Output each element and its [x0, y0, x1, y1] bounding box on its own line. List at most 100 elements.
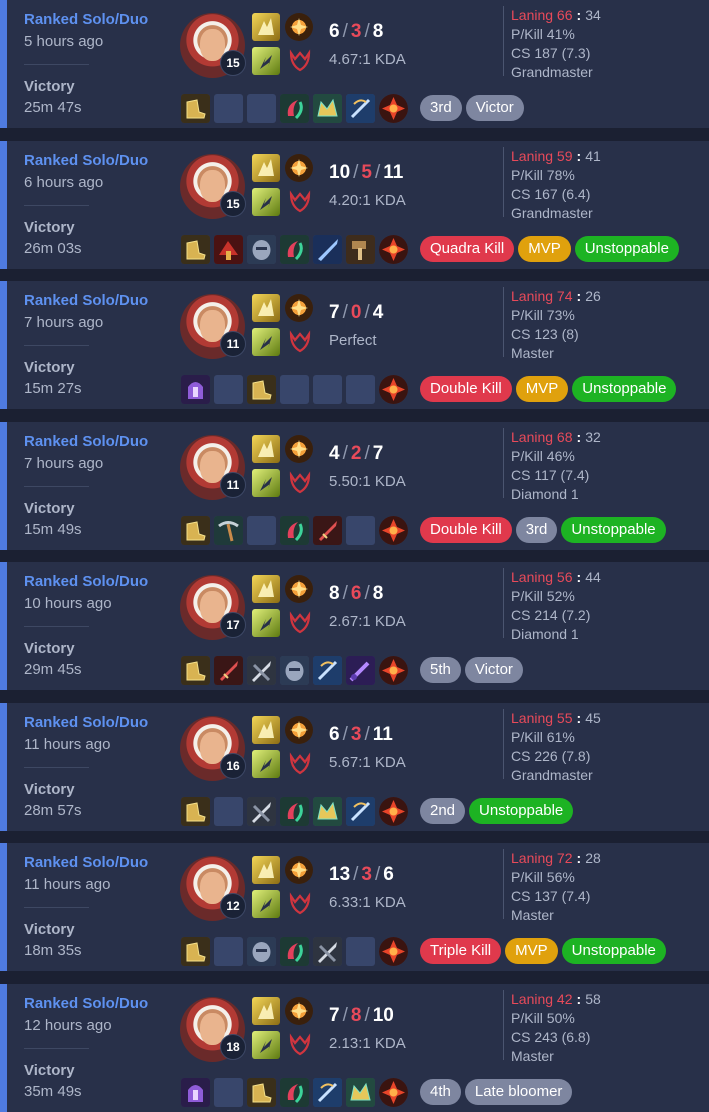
purple-blade-icon[interactable] — [346, 656, 375, 685]
grey-blade-icon[interactable] — [247, 656, 276, 685]
ignite-spell-icon[interactable] — [252, 435, 280, 463]
boots-icon[interactable] — [181, 516, 210, 545]
role-icon[interactable] — [379, 516, 408, 545]
keystone-rune-icon[interactable] — [285, 435, 313, 463]
ignite-spell-icon[interactable] — [252, 716, 280, 744]
flash-spell-icon[interactable] — [252, 609, 280, 637]
match-card[interactable]: Ranked Solo/Duo 5 hours ago Victory 25m … — [0, 0, 709, 128]
ignite-spell-icon[interactable] — [252, 856, 280, 884]
boots-icon[interactable] — [181, 235, 210, 264]
match-card[interactable]: Ranked Solo/Duo 11 hours ago Victory 18m… — [0, 843, 709, 971]
boots-icon[interactable] — [181, 937, 210, 966]
match-card[interactable]: Ranked Solo/Duo 10 hours ago Victory 29m… — [0, 562, 709, 690]
empty-item-slot — [313, 375, 342, 404]
green-crescent-icon[interactable] — [280, 1078, 309, 1107]
secondary-rune-icon[interactable] — [288, 330, 312, 354]
boots-icon[interactable] — [181, 656, 210, 685]
deaths: 8 — [350, 1005, 362, 1026]
crown-icon[interactable] — [313, 94, 342, 123]
hammer-icon[interactable] — [346, 235, 375, 264]
match-card[interactable]: Ranked Solo/Duo 7 hours ago Victory 15m … — [0, 281, 709, 409]
role-icon[interactable] — [379, 375, 408, 404]
ignite-spell-icon[interactable] — [252, 13, 280, 41]
achievement-badge: 5th — [420, 657, 461, 683]
ignite-spell-icon[interactable] — [252, 997, 280, 1025]
secondary-rune-icon[interactable] — [288, 611, 312, 635]
role-icon[interactable] — [379, 1078, 408, 1107]
boots-icon[interactable] — [181, 94, 210, 123]
boots-icon[interactable] — [181, 797, 210, 826]
bow-icon[interactable] — [346, 797, 375, 826]
keystone-rune-icon[interactable] — [285, 294, 313, 322]
flash-spell-icon[interactable] — [252, 890, 280, 918]
match-card[interactable]: Ranked Solo/Duo 12 hours ago Victory 35m… — [0, 984, 709, 1112]
flash-spell-icon[interactable] — [252, 469, 280, 497]
ignite-spell-icon[interactable] — [252, 294, 280, 322]
average-rank: Grandmaster — [511, 64, 593, 80]
stats-divider — [503, 709, 504, 779]
secondary-rune-icon[interactable] — [288, 752, 312, 776]
green-crescent-icon[interactable] — [280, 937, 309, 966]
ignite-spell-icon[interactable] — [252, 575, 280, 603]
flash-spell-icon[interactable] — [252, 47, 280, 75]
bow-icon[interactable] — [313, 1078, 342, 1107]
red-hydra-icon[interactable] — [214, 235, 243, 264]
role-icon[interactable] — [379, 235, 408, 264]
blue-blade-icon[interactable] — [313, 235, 342, 264]
pickaxe-icon[interactable] — [214, 516, 243, 545]
green-crescent-icon[interactable] — [280, 516, 309, 545]
role-icon[interactable] — [379, 937, 408, 966]
keystone-rune-icon[interactable] — [285, 716, 313, 744]
secondary-rune-icon[interactable] — [288, 49, 312, 73]
flash-spell-icon[interactable] — [252, 1031, 280, 1059]
green-crescent-icon[interactable] — [280, 797, 309, 826]
red-sword-icon[interactable] — [214, 656, 243, 685]
secondary-rune-icon[interactable] — [288, 471, 312, 495]
secondary-rune-icon[interactable] — [288, 892, 312, 916]
keystone-rune-icon[interactable] — [285, 856, 313, 884]
achievement-badge: Late bloomer — [464, 1079, 573, 1105]
role-icon[interactable] — [379, 797, 408, 826]
ignite-spell-icon[interactable] — [252, 154, 280, 182]
crown-icon[interactable] — [313, 797, 342, 826]
flash-spell-icon[interactable] — [252, 188, 280, 216]
keystone-rune-icon[interactable] — [285, 575, 313, 603]
bow-icon[interactable] — [313, 656, 342, 685]
grey-mask-icon[interactable] — [247, 937, 276, 966]
creep-score: CS 226 (7.8) — [511, 748, 591, 764]
boots-icon[interactable] — [247, 1078, 276, 1107]
grey-blade-icon[interactable] — [247, 797, 276, 826]
match-card[interactable]: Ranked Solo/Duo 7 hours ago Victory 15m … — [0, 422, 709, 550]
stats-divider — [503, 990, 504, 1060]
secondary-rune-icon[interactable] — [288, 1033, 312, 1057]
time-ago: 5 hours ago — [24, 33, 104, 50]
role-icon[interactable] — [379, 656, 408, 685]
empty-item-slot — [346, 375, 375, 404]
secondary-rune-icon[interactable] — [288, 190, 312, 214]
empty-item-slot — [247, 516, 276, 545]
red-sword-icon[interactable] — [313, 516, 342, 545]
role-icon[interactable] — [379, 94, 408, 123]
keystone-rune-icon[interactable] — [285, 13, 313, 41]
crown-icon[interactable] — [346, 1078, 375, 1107]
flash-spell-icon[interactable] — [252, 750, 280, 778]
bow-icon[interactable] — [346, 94, 375, 123]
keystone-rune-icon[interactable] — [285, 997, 313, 1025]
laning-opponent-score: 32 — [585, 429, 601, 445]
flash-spell-icon[interactable] — [252, 328, 280, 356]
grey-blade-icon[interactable] — [313, 937, 342, 966]
match-card[interactable]: Ranked Solo/Duo 11 hours ago Victory 28m… — [0, 703, 709, 831]
laning-opponent-score: 34 — [585, 7, 601, 23]
grey-mask-icon[interactable] — [247, 235, 276, 264]
match-result: Victory — [24, 219, 75, 236]
champion-level: 17 — [220, 612, 246, 638]
boots-icon[interactable] — [247, 375, 276, 404]
purple-helm-icon[interactable] — [181, 1078, 210, 1107]
green-crescent-icon[interactable] — [280, 235, 309, 264]
keystone-rune-icon[interactable] — [285, 154, 313, 182]
green-crescent-icon[interactable] — [280, 94, 309, 123]
grey-mask-icon[interactable] — [280, 656, 309, 685]
kda-ratio: 4.20:1 KDA — [329, 192, 406, 209]
match-card[interactable]: Ranked Solo/Duo 6 hours ago Victory 26m … — [0, 141, 709, 269]
purple-helm-icon[interactable] — [181, 375, 210, 404]
